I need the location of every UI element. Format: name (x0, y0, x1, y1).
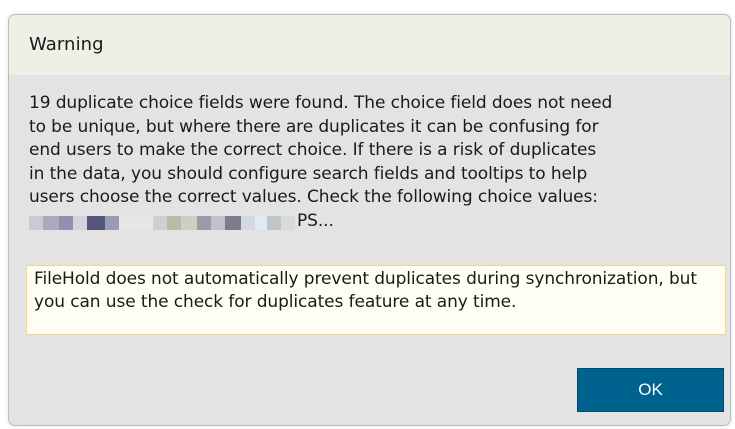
redaction-block (87, 215, 105, 230)
redaction-block (119, 215, 153, 230)
redaction-block (197, 215, 211, 230)
redaction-block (29, 215, 43, 230)
choice-values-line: PS... (29, 210, 724, 234)
message-line-4: in the data, you should configure search… (29, 163, 588, 184)
redaction-block (59, 215, 73, 230)
info-note: FileHold does not automatically prevent … (26, 265, 726, 335)
ok-button[interactable]: OK (577, 368, 724, 412)
warning-message: 19 duplicate choice fields were found. T… (29, 92, 724, 233)
message-line-2: to be unique, but where there are duplic… (29, 116, 599, 137)
redaction-block (241, 215, 255, 230)
redaction-block (211, 215, 225, 230)
redaction-block (73, 215, 87, 230)
message-line-5: users choose the correct values. Check t… (29, 187, 598, 207)
redacted-choice-values (29, 215, 295, 230)
redaction-block (153, 215, 167, 230)
redaction-block (43, 215, 59, 230)
redaction-block (105, 215, 119, 230)
choice-values-tail: PS... (297, 210, 334, 231)
redaction-block (225, 215, 241, 230)
dialog-title: Warning (29, 34, 104, 55)
redaction-block (167, 215, 181, 230)
message-line-1: 19 duplicate choice fields were found. T… (29, 93, 613, 113)
redaction-block (267, 215, 281, 230)
redaction-block (255, 215, 267, 230)
message-line-3: end users to make the correct choice. If… (29, 140, 597, 160)
redaction-block (181, 215, 197, 230)
dialog-titlebar[interactable]: Warning (9, 15, 730, 75)
redaction-block (281, 215, 295, 230)
dialog-content: 19 duplicate choice fields were found. T… (9, 75, 730, 425)
warning-dialog: Warning 19 duplicate choice fields were … (8, 14, 731, 426)
